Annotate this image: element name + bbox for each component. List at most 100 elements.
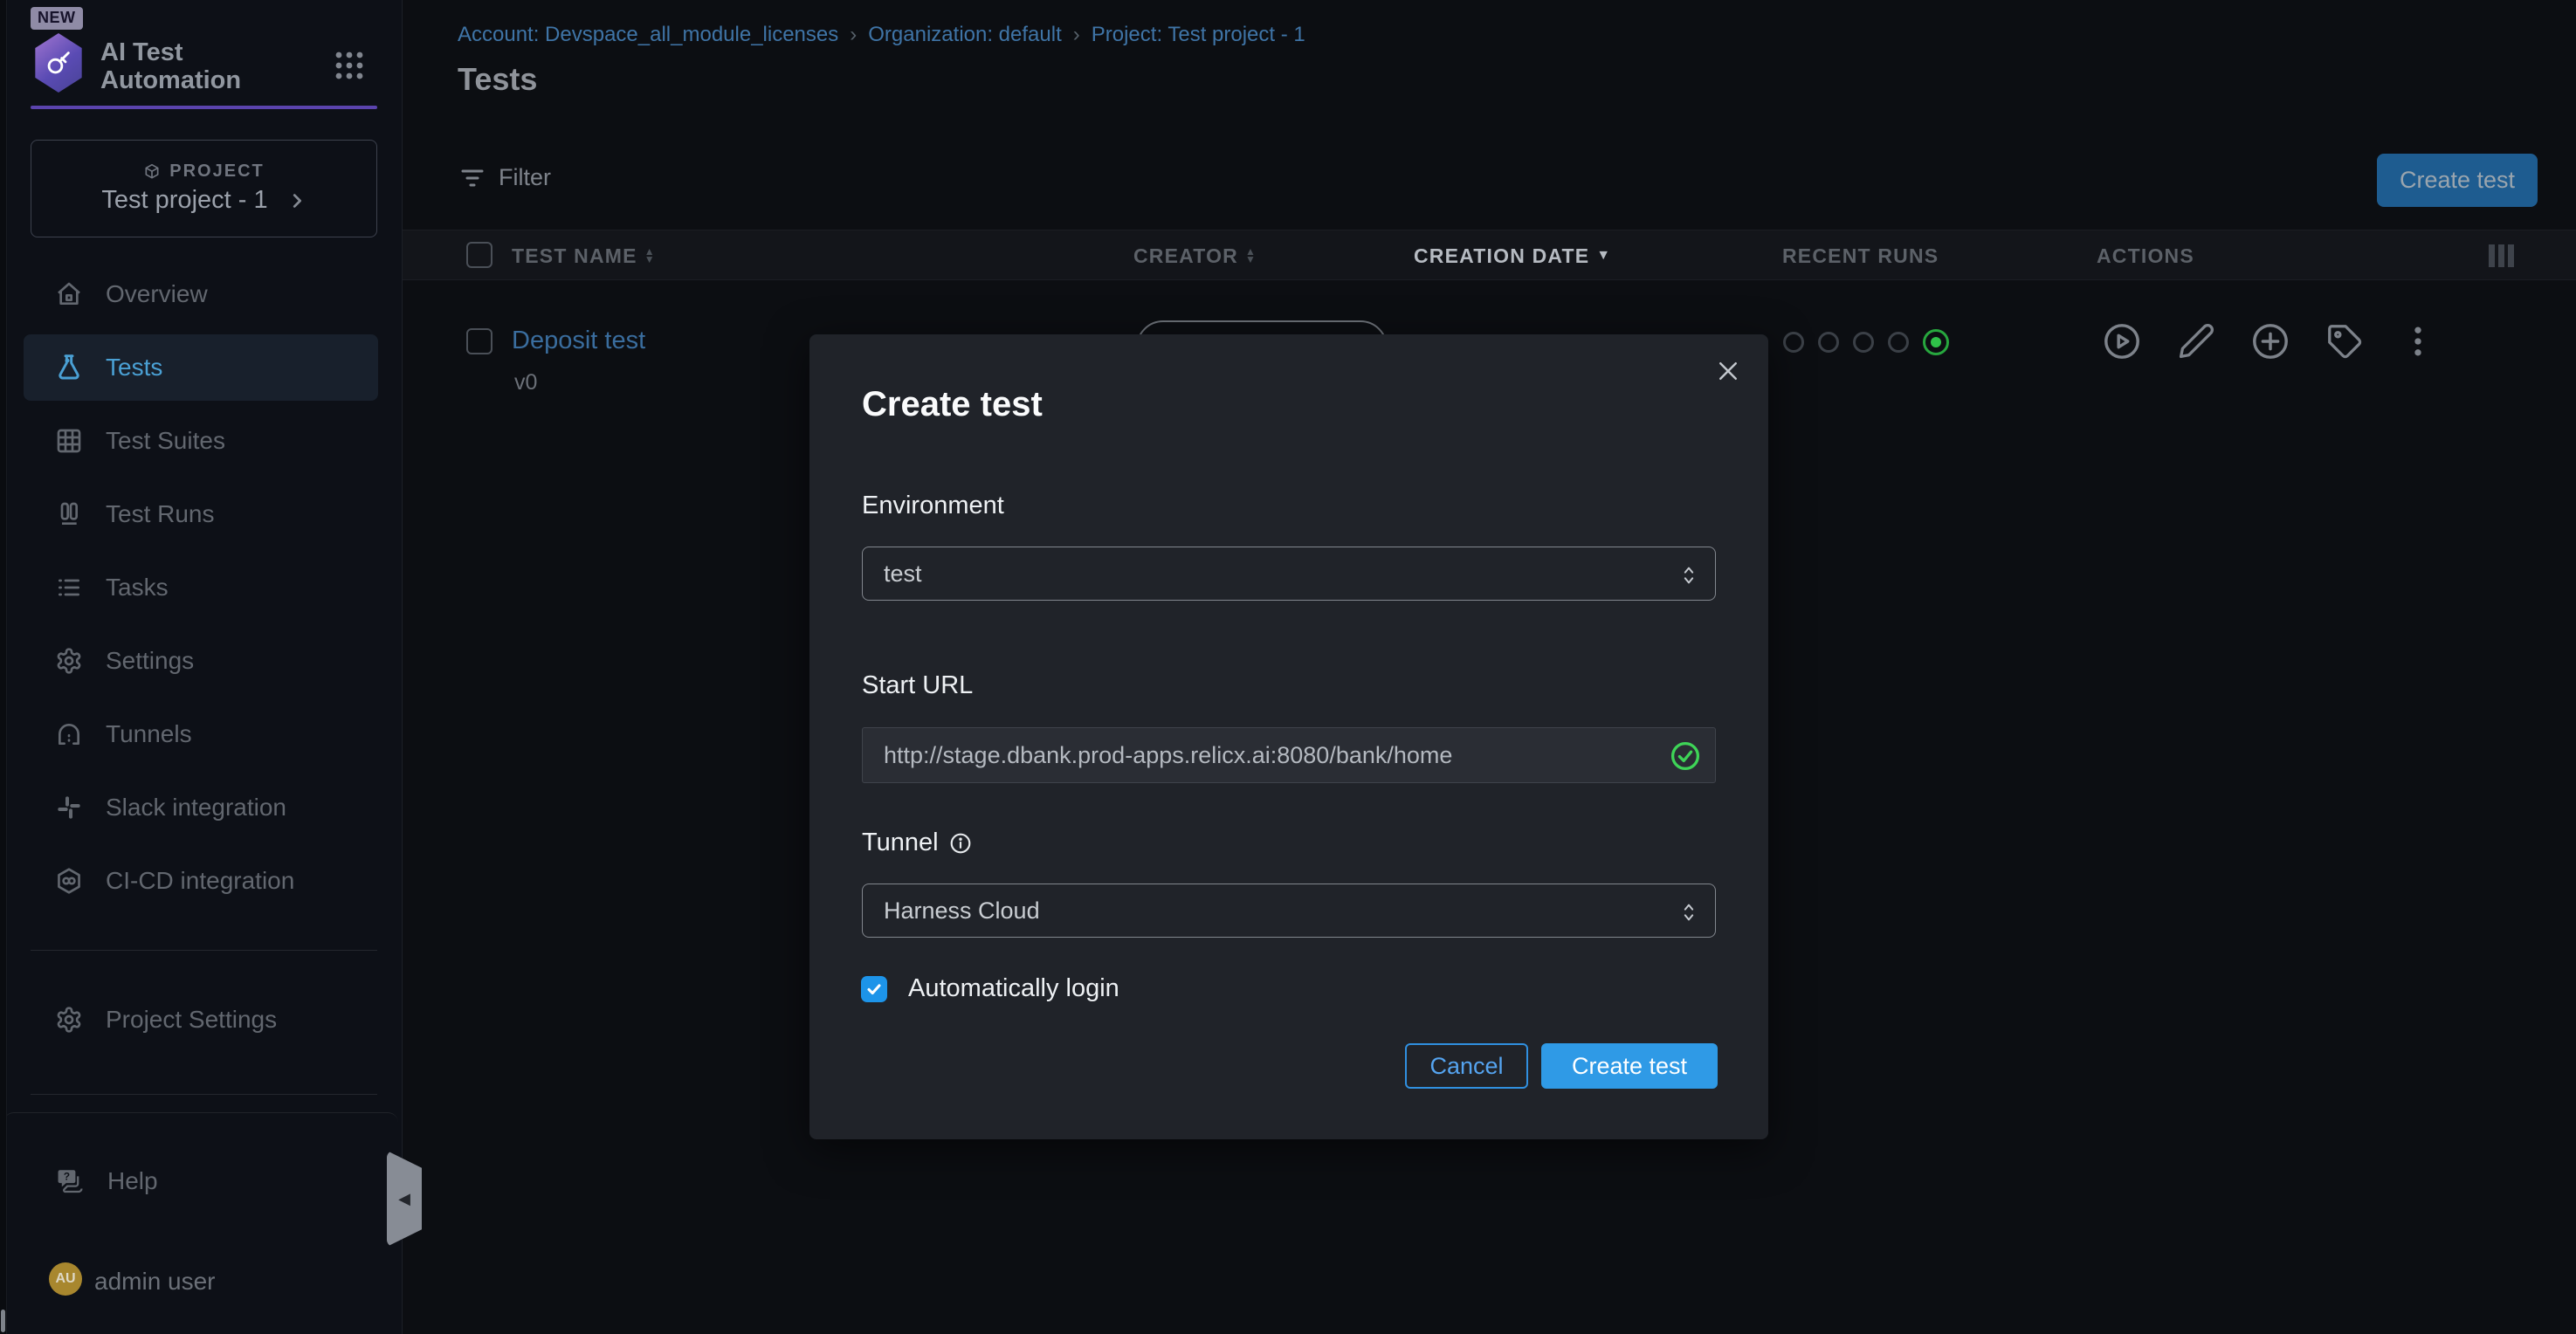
avatar[interactable]: AU xyxy=(49,1262,82,1296)
test-version: v0 xyxy=(514,370,537,395)
row-actions xyxy=(2102,321,2437,361)
filter-button[interactable]: Filter xyxy=(460,164,551,191)
chevron-right-icon xyxy=(287,189,307,212)
sort-icon: ▲▼ xyxy=(1245,248,1257,264)
breadcrumb: Account: Devspace_all_module_licenses › … xyxy=(458,23,1305,47)
modal-create-test-button[interactable]: Create test xyxy=(1541,1043,1718,1089)
sidebar: NEW AI Test Automation PROJECT Test proj… xyxy=(0,0,402,1334)
help-chat-icon: ? xyxy=(55,1166,85,1196)
info-icon[interactable] xyxy=(949,832,972,855)
row-checkbox[interactable] xyxy=(466,328,492,354)
sidebar-item-slack-integration[interactable]: Slack integration xyxy=(24,774,378,841)
column-creation-date[interactable]: CREATION DATE ▼ xyxy=(1414,230,1611,281)
project-card-name: Test project - 1 xyxy=(101,186,267,215)
svg-text:?: ? xyxy=(64,1171,70,1183)
auto-login-label: Automatically login xyxy=(908,974,1119,1003)
app-title: AI Test Automation xyxy=(100,38,293,94)
sidebar-item-label: Slack integration xyxy=(106,794,286,822)
scrollbar-thumb[interactable] xyxy=(1,1310,5,1332)
user-name[interactable]: admin user xyxy=(94,1268,216,1296)
column-actions: ACTIONS xyxy=(2097,230,2194,281)
tunnel-icon xyxy=(55,720,83,748)
column-creator[interactable]: CREATOR ▲▼ xyxy=(1133,230,1257,281)
sidebar-divider xyxy=(31,950,377,951)
run-status-dot[interactable] xyxy=(1783,332,1804,353)
sidebar-item-label: Overview xyxy=(106,280,208,308)
left-edge-scrollbar[interactable] xyxy=(0,0,7,1334)
sidebar-item-tunnels[interactable]: Tunnels xyxy=(24,701,378,767)
column-label: CREATION DATE xyxy=(1414,244,1589,268)
create-test-modal: Create test Environment test Start URL h… xyxy=(809,334,1768,1139)
close-icon[interactable] xyxy=(1711,354,1746,389)
add-icon[interactable] xyxy=(2250,321,2290,361)
modal-title: Create test xyxy=(862,385,1043,424)
breadcrumb-org-link[interactable]: Organization: default xyxy=(868,23,1061,47)
test-name-link[interactable]: Deposit test xyxy=(512,327,645,355)
breadcrumb-project-link[interactable]: Project: Test project - 1 xyxy=(1092,23,1305,47)
start-url-input[interactable]: http://stage.dbank.prod-apps.relicx.ai:8… xyxy=(862,727,1716,783)
sidebar-item-tasks[interactable]: Tasks xyxy=(24,554,378,621)
sidebar-item-label: Tasks xyxy=(106,574,169,602)
cancel-button[interactable]: Cancel xyxy=(1405,1043,1528,1089)
sidebar-item-label: CI-CD integration xyxy=(106,867,294,895)
app-logo[interactable] xyxy=(31,33,86,93)
columns-icon xyxy=(55,500,83,528)
tag-icon[interactable] xyxy=(2325,322,2364,361)
start-url-label: Start URL xyxy=(862,671,973,700)
sidebar-item-label: Settings xyxy=(106,647,194,675)
list-icon xyxy=(55,574,83,602)
sidebar-item-label: Help xyxy=(107,1167,158,1195)
grid-icon xyxy=(55,427,83,455)
sort-desc-icon: ▼ xyxy=(1596,248,1611,264)
sidebar-divider xyxy=(31,1094,377,1095)
column-settings-icon[interactable] xyxy=(2489,244,2514,267)
tunnel-label: Tunnel xyxy=(862,829,939,857)
column-label: CREATOR xyxy=(1133,244,1238,268)
avatar-initials: AU xyxy=(55,1271,75,1287)
tunnel-select[interactable]: Harness Cloud xyxy=(862,884,1716,938)
sort-icon: ▲▼ xyxy=(644,248,656,264)
breadcrumb-separator: › xyxy=(850,23,857,47)
breadcrumb-account-link[interactable]: Account: Devspace_all_module_licenses xyxy=(458,23,838,47)
gear-icon xyxy=(55,1006,83,1034)
app-switcher-icon[interactable] xyxy=(334,51,364,80)
auto-login-checkbox[interactable] xyxy=(861,976,887,1002)
recent-runs-indicator xyxy=(1783,329,1949,355)
run-status-dot[interactable] xyxy=(1888,332,1909,353)
cube-icon xyxy=(143,163,161,181)
sidebar-item-label: Tunnels xyxy=(106,720,192,748)
column-recent-runs: RECENT RUNS xyxy=(1782,230,1939,281)
project-card-label: PROJECT xyxy=(169,162,264,182)
sidebar-item-settings[interactable]: Settings xyxy=(24,628,378,694)
auto-login-row: Automatically login xyxy=(861,974,1119,1003)
run-status-dot[interactable] xyxy=(1853,332,1874,353)
run-test-icon[interactable] xyxy=(2102,321,2142,361)
environment-select[interactable]: test xyxy=(862,547,1716,601)
sidebar-item-tests[interactable]: Tests xyxy=(24,334,378,401)
project-selector[interactable]: PROJECT Test project - 1 xyxy=(31,140,377,237)
column-test-name[interactable]: TEST NAME ▲▼ xyxy=(512,230,656,281)
new-badge: NEW xyxy=(31,7,83,30)
more-options-icon[interactable] xyxy=(2399,322,2437,361)
sidebar-item-test-runs[interactable]: Test Runs xyxy=(24,481,378,547)
sidebar-item-label: Test Suites xyxy=(106,427,225,455)
edit-icon[interactable] xyxy=(2177,322,2215,361)
select-all-checkbox[interactable] xyxy=(466,242,492,268)
run-status-dot-passed[interactable] xyxy=(1923,329,1949,355)
table-header: TEST NAME ▲▼ CREATOR ▲▼ CREATION DATE ▼ … xyxy=(403,230,2576,280)
sidebar-item-cicd-integration[interactable]: CI-CD integration xyxy=(24,848,378,914)
sidebar-item-label: Project Settings xyxy=(106,1006,277,1034)
create-test-button[interactable]: Create test xyxy=(2377,154,2538,207)
url-valid-check-icon xyxy=(1670,740,1701,772)
cicd-hexagon-link-icon xyxy=(55,867,83,895)
sidebar-item-label: Tests xyxy=(106,354,162,382)
sidebar-bottom-panel xyxy=(3,1112,398,1334)
column-label: RECENT RUNS xyxy=(1782,244,1939,268)
sidebar-item-help[interactable]: ? Help xyxy=(24,1148,378,1214)
sidebar-item-overview[interactable]: Overview xyxy=(24,261,378,327)
select-chevrons-icon xyxy=(1680,900,1698,925)
sidebar-item-project-settings[interactable]: Project Settings xyxy=(24,987,378,1053)
sidebar-item-test-suites[interactable]: Test Suites xyxy=(24,408,378,474)
page-title: Tests xyxy=(458,61,537,98)
run-status-dot[interactable] xyxy=(1818,332,1839,353)
